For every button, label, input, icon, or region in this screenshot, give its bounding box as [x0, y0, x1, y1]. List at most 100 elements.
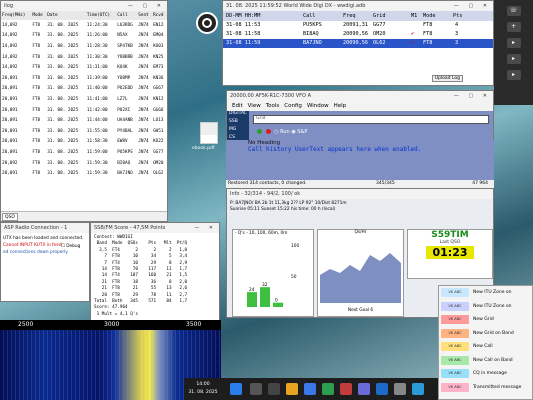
window-controls[interactable]: — ▢ ✕ — [128, 1, 165, 11]
app-icon[interactable] — [394, 383, 406, 395]
log-cell: 11:59:30 — [86, 171, 108, 177]
score-window-controls[interactable]: — ✕ — [194, 223, 217, 233]
log-column-header[interactable]: Sent — [137, 11, 153, 20]
log-row[interactable]: 20,092 FT8 31. 08. 2025 11:59:30 BI8AQ JN74 OM… — [1, 158, 167, 169]
log-column-header[interactable]: Rcvd — [152, 11, 167, 20]
arrow-icon[interactable]: ▸ — [506, 38, 521, 48]
log-column-header[interactable]: Time(UTC) — [85, 11, 117, 20]
legend-label: Transmitted message — [473, 384, 522, 390]
contest-log-row[interactable]: 31-08 11:58 BI8AQ 20090,56 OM20 ✔ FT8 3 — [223, 30, 493, 39]
rate-titlebar[interactable]: Info - 32/314 - 94/2, 100/ ok — [227, 189, 493, 199]
log-cell: KU4K — [117, 65, 128, 71]
contest-log-row[interactable]: 31-08 11:53 PU5KPS 20091,31 GG77 FT8 4 — [223, 21, 493, 30]
wwlog-header: DD-MM HH:MM Call Freq Grid M1 Mode Pts — [223, 11, 493, 21]
sp-radio[interactable]: ◉ S&P — [291, 129, 307, 135]
log-cell: OL62 — [153, 171, 164, 177]
menu-item[interactable]: Config — [284, 103, 302, 109]
log-cell: KN12 — [153, 96, 164, 102]
app-icon[interactable] — [376, 383, 388, 395]
log-cell: 11:39:00 — [86, 75, 108, 81]
plus-icon[interactable]: + — [506, 22, 521, 32]
menu-item[interactable]: Tools — [266, 103, 280, 109]
log-cell: JN74 — [138, 149, 149, 155]
log-cell: 11:26:00 — [86, 33, 108, 39]
grid-label: Grid — [256, 116, 266, 121]
taskview-icon[interactable] — [268, 383, 280, 395]
clock-date: 31. 08. 2025 — [188, 390, 218, 395]
legend-item: VK ABC New ITU Zone on — [439, 286, 532, 300]
log-column-header[interactable]: Freq(MHz) — [1, 11, 32, 20]
log-cell: 11:59:00 — [86, 149, 108, 155]
pdf-file-icon[interactable] — [200, 122, 218, 144]
log-column-header[interactable]: Mode — [31, 11, 47, 20]
log-row[interactable]: 14,092 FT8 31. 08. 2025 11:31:00 KU4K JN74 EM7… — [1, 62, 167, 73]
app-icon[interactable] — [358, 383, 370, 395]
col-time: DD-MM HH:MM — [226, 13, 261, 19]
log-row[interactable]: 20,091 FT8 31. 08. 2025 11:58:30 EW8V JN74 KO2… — [1, 137, 167, 148]
radio-titlebar[interactable]: ASP Radio Connection - 1 — [1, 223, 89, 233]
log-titlebar[interactable]: ilog — ▢ ✕ — [1, 1, 167, 11]
wwlog-titlebar[interactable]: 31. 08. 2025 11:59:52 World Wide Digi DX… — [223, 1, 493, 11]
log-column-header[interactable]: Date — [46, 11, 86, 20]
rate-title: Info - 32/314 - 94/2, 100/ ok — [230, 191, 301, 197]
log-cell: 14,092 — [2, 65, 18, 71]
browser-icon[interactable] — [304, 383, 316, 395]
contest-log-grid: OM20 — [373, 31, 386, 37]
arrow-icon[interactable]: ▸ — [506, 70, 521, 80]
menu-item[interactable]: Edit — [232, 103, 243, 109]
log-row[interactable]: 14,092 FT8 31. 08. 2025 11:30:30 YO8BRB JN74 K… — [1, 52, 167, 63]
app-icon[interactable] — [322, 383, 334, 395]
log-column-header[interactable]: Call — [116, 11, 138, 20]
legend-label: New Call — [473, 344, 493, 349]
log-row[interactable]: 14,092 FT8 31. 08. 2025 11:24:30 LU3RDG JN74 E… — [1, 20, 167, 31]
search-icon[interactable] — [250, 383, 262, 395]
app-icon[interactable] — [412, 383, 424, 395]
log-cell: 31. 08. 2025 — [47, 75, 79, 81]
log-row[interactable]: 20,091 FT8 31. 08. 2025 11:59:30 BA7JNO JN74 O… — [1, 168, 167, 179]
log-row[interactable]: 20,091 FT8 31. 08. 2025 11:42:00 PU2XC JN74 GG… — [1, 105, 167, 116]
arrow-icon[interactable]: ▸ — [506, 54, 521, 64]
debug-checkbox[interactable]: ☐ Debug — [61, 244, 80, 249]
entry-window-controls[interactable]: — ▢ ✕ — [454, 91, 491, 101]
entry-titlebar[interactable]: 20000,00 AF5K-R1C-7300 VFO A — ▢ ✕ — [227, 91, 493, 101]
app-icon[interactable] — [340, 383, 352, 395]
qso-search-button[interactable]: QSO — [2, 213, 18, 221]
record-app-icon[interactable] — [196, 12, 218, 34]
log-cell: GG66 — [153, 107, 164, 113]
col-pts: Pts — [453, 13, 463, 19]
run-radio[interactable]: ○ Run — [274, 129, 290, 135]
log-row[interactable]: 20,091 FT8 31. 08. 2025 11:41:00 LZ7L JN74 KN1… — [1, 94, 167, 105]
legend-label: New Grid on Band — [473, 330, 514, 336]
clock-time: 14:00 — [196, 382, 210, 387]
score-summary: Contest: WWDIGI Band Mode QSOs Pts Mlt P… — [94, 235, 188, 317]
log-row[interactable]: 20,091 FT8 31. 08. 2025 11:44:00 UA4ANB JN74 L… — [1, 115, 167, 126]
log-title: ilog — [4, 3, 14, 9]
score-titlebar[interactable]: SSB/FM Score - 47,5M Points — ✕ — [91, 223, 219, 233]
log-cell: 14,092 — [2, 33, 18, 39]
phone-icon[interactable]: ☏ — [506, 6, 521, 16]
log-row[interactable]: 20,091 FT8 31. 08. 2025 11:55:00 PY4BAL JN74 G… — [1, 126, 167, 137]
log-cell: JN74 — [138, 139, 149, 145]
menu-item[interactable]: Window — [307, 103, 329, 109]
legend-item: VK ABC New ITU Zone on — [439, 300, 532, 314]
contest-log-row[interactable]: 31-08 11:59 BA7JNO 20090,56 OL62 ✔ FT8 3 — [223, 39, 493, 48]
log-row[interactable]: 14,092 FT8 31. 08. 2025 11:28:30 SP4TKB JN74 K… — [1, 41, 167, 52]
start-icon[interactable] — [230, 383, 242, 395]
taskbar-clock[interactable]: 14:00 31. 08. 2025 — [184, 378, 222, 400]
log-row[interactable]: 20,091 FT8 31. 08. 2025 11:39:00 YO8MP JN74 KN… — [1, 73, 167, 84]
wwlog-window-controls[interactable]: — ▢ ✕ — [454, 1, 491, 11]
log-cell: 14,092 — [2, 22, 18, 28]
col-call: Call — [303, 13, 316, 19]
grid-input[interactable]: Grid — [253, 115, 489, 124]
upload-log-button[interactable]: Upload Log — [431, 75, 463, 82]
menu-item[interactable]: View — [248, 103, 261, 109]
log-row[interactable]: 20,091 FT8 31. 08. 2025 11:59:00 PU5KPS JN74 G… — [1, 147, 167, 158]
status-red-dot — [265, 129, 271, 134]
log-row[interactable]: 20,091 FT8 31. 08. 2025 11:40:00 PU2EDD JN74 G… — [1, 84, 167, 95]
log-cell: JN74 — [138, 171, 149, 177]
log-row[interactable]: 14,092 FT8 31. 08. 2025 11:26:00 N5AX JN74 EM0… — [1, 31, 167, 42]
log-cell: EN12 — [153, 22, 164, 28]
contest-log-pts: 3 — [455, 40, 459, 46]
explorer-icon[interactable] — [286, 383, 298, 395]
menu-item[interactable]: Help — [334, 103, 347, 109]
